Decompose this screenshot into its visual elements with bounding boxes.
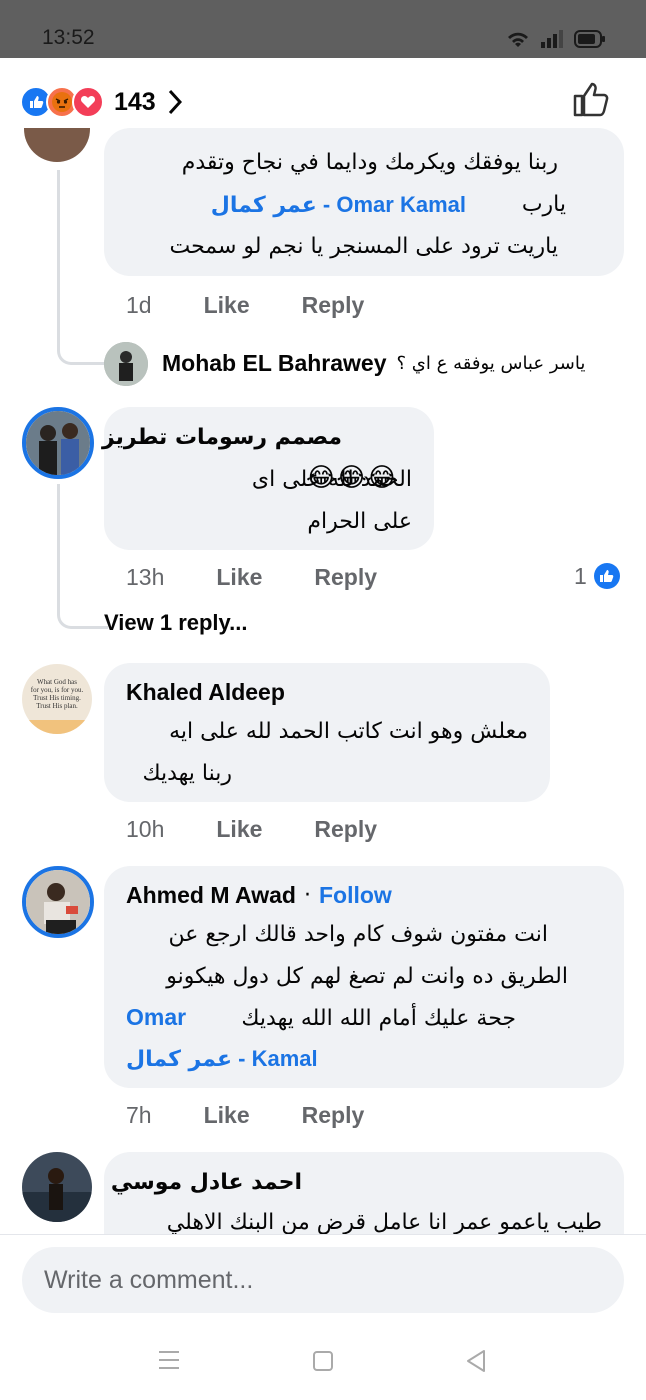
love-reaction-icon [72,86,104,118]
comment-line: على الحرام [307,509,412,534]
menu-icon[interactable] [158,1350,180,1370]
comment-line: يارب [521,192,566,217]
comment-author[interactable]: احمد عادل موسي [111,1170,302,1195]
comment-time: 10h [126,816,165,842]
like-badge-icon [593,563,620,589]
comment-actions: 1d Like Reply [126,292,364,319]
mention-sep: - [232,1046,252,1071]
mention-en[interactable]: Kamal [252,1046,318,1071]
comment-time: 13h [126,564,165,590]
commenter-avatar[interactable] [22,407,94,479]
mention-sep: - [316,192,337,217]
like-action[interactable]: Like [216,564,262,591]
comment-bubble[interactable]: ربنا يوفقك ويكرمك ودايما في نجاح وتقدم ع… [104,128,624,276]
like-count: 1 [574,562,587,589]
mention-ar[interactable]: عمر كمال [211,193,317,218]
reply-action[interactable]: Reply [314,816,377,843]
comment-bubble[interactable]: Khaled Aldeep معلش وهو انت كاتب الحمد لل… [104,663,550,802]
commenter-avatar[interactable]: What God has for you, is for you. Trust … [22,664,92,734]
comment-mention-line: عمر كمال - Omar Kamal [211,192,466,218]
comment-header: Ahmed M Awad · Follow [126,882,392,909]
reply-avatar[interactable] [104,342,148,386]
reply-action[interactable]: Reply [302,1102,365,1129]
view-replies-link[interactable]: View 1 reply... [104,610,247,636]
battery-icon [574,30,605,48]
reply-preview[interactable]: Mohab EL Bahrawey ياسر عباس يوفقه ع اي ؟ [162,350,585,377]
mention-en[interactable]: Omar Kamal [336,192,466,217]
comment-like-count[interactable]: 1 [574,562,621,590]
status-time: 13:52 [42,26,95,49]
like-action[interactable]: Like [204,292,250,319]
mention-ar[interactable]: عمر كمال [126,1047,232,1072]
reply-thread-line [57,170,108,365]
wifi-icon [508,32,528,47]
back-icon[interactable] [464,1349,488,1373]
like-action[interactable]: Like [204,1102,250,1129]
like-button-icon[interactable] [572,80,610,118]
follow-button[interactable]: Follow [319,882,392,909]
comment-composer [0,1234,646,1321]
reaction-summary[interactable]: 143 [20,86,182,118]
comment-mention-line: عمر كمال - Kamal [126,1046,318,1072]
comment-line: ياريت ترود على المسنجر يا نجم لو سمحت [169,234,558,259]
avatar-quote: What God has for you, is for you. Trust … [30,678,84,710]
comment-actions: 7h Like Reply [126,1102,364,1129]
comment-line: ربنا يهديك [142,761,232,786]
like-action[interactable]: Like [216,816,262,843]
comment-line: ربنا يوفقك ويكرمك ودايما في نجاح وتقدم [181,150,558,175]
status-bar: 13:52 [0,0,646,58]
home-icon[interactable] [312,1350,334,1372]
commenter-avatar[interactable] [24,128,90,162]
comment-author[interactable]: Ahmed M Awad [126,882,296,909]
comment-bubble[interactable]: Ahmed M Awad · Follow انت مفتون شوف كام … [104,866,624,1088]
reply-action[interactable]: Reply [302,292,365,319]
reply-text: ياسر عباس يوفقه ع اي ؟ [396,353,586,374]
comment-bubble[interactable]: مصمم رسومات تطريز الحمد لله على اى 😂😂😂 ع… [102,407,434,550]
commenter-avatar[interactable] [22,866,94,938]
comment-time: 7h [126,1102,152,1128]
separator-dot: · [303,883,311,908]
signal-icon [541,30,563,48]
comment-line: جحة عليك أمام الله الله يهديك [241,1006,516,1031]
comment-time: 1d [126,292,152,318]
comment-line: انت مفتون شوف كام واحد قالك ارجع عن [168,922,548,947]
comment-author[interactable]: Khaled Aldeep [126,679,285,706]
reply-action[interactable]: Reply [314,564,377,591]
comment-line: معلش وهو انت كاتب الحمد لله على ايه [169,719,528,744]
comment-input[interactable] [22,1247,624,1313]
status-icons [506,30,606,48]
reply-thread-line [57,484,108,629]
comment-author[interactable]: مصمم رسومات تطريز [102,425,342,450]
comment-actions: 13h Like Reply [126,564,377,591]
emoji-laugh: 😂😂😂 [306,463,398,493]
chevron-right-icon [168,89,182,115]
comment-actions: 10h Like Reply [126,816,377,843]
mention-en[interactable]: Omar [126,1004,186,1031]
system-nav-bar [0,1320,646,1400]
reply-author[interactable]: Mohab EL Bahrawey [162,350,387,377]
comment-line: طيب ياعمو عمر انا عامل قرض من البنك الاه… [166,1210,602,1235]
commenter-avatar[interactable] [22,1152,92,1222]
reaction-count: 143 [114,87,156,116]
comment-line: الطريق ده وانت لم تصغ لهم كل دول هيكونو [166,964,568,989]
